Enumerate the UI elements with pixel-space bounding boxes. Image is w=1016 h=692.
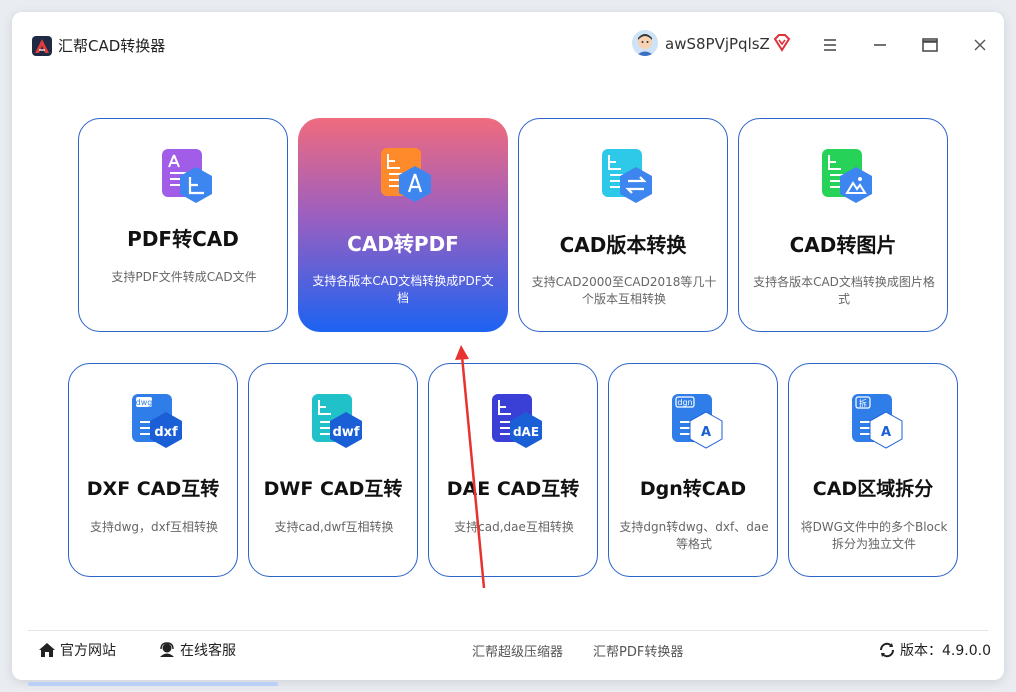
username[interactable]: awS8PVjPqlsZ [665, 35, 770, 53]
version-label: 版本：4.9.0.0 [900, 643, 991, 659]
cad-to-pdf-icon [371, 142, 435, 206]
card-description: 将DWG文件中的多个Block拆分为独立文件 [800, 520, 948, 551]
card-pdf-to-cad[interactable]: PDF转CAD 支持PDF文件转成CAD文件 [78, 118, 288, 332]
app-window: 汇帮CAD转换器 awS8PVjPqlsZ PDF转CAD 支持PDF文件转成C… [12, 12, 1004, 680]
super-compressor-link[interactable]: 汇帮超级压缩器 [472, 641, 563, 660]
version-info[interactable]: 版本：4.9.0.0 [878, 640, 991, 660]
official-website-link[interactable]: 官方网站 [38, 640, 116, 660]
card-dxf-cad[interactable]: dwg dxf DXF CAD互转 支持dwg，dxf互相转换 [68, 363, 238, 577]
pdf-to-cad-icon [152, 143, 216, 207]
card-dae-cad[interactable]: dAE DAE CAD互转 支持cad,dae互相转换 [428, 363, 598, 577]
pdf-converter-link[interactable]: 汇帮PDF转换器 [593, 641, 683, 660]
card-title: DAE CAD互转 [446, 478, 580, 500]
card-description: 支持各版本CAD文档转换成图片格式 [753, 275, 935, 306]
online-support-label: 在线客服 [180, 643, 236, 659]
card-title: CAD转图片 [789, 233, 897, 257]
card-title: CAD区域拆分 [812, 478, 934, 500]
dxf-icon: dwg dxf [122, 388, 186, 452]
dgn-tag-text: dgn [677, 398, 692, 407]
official-website-label: 官方网站 [60, 643, 116, 659]
annotation-arrow [455, 345, 486, 589]
menu-icon [824, 39, 836, 51]
card-description: 支持cad,dwf互相转换 [274, 520, 394, 534]
dgn-icon-text: A [701, 425, 711, 440]
dae-icon: dAE [482, 388, 546, 452]
home-icon [39, 643, 55, 657]
card-cad-to-pdf[interactable]: CAD转PDF 支持各版本CAD文档转换成PDF文档 [298, 118, 508, 332]
headset-icon [160, 642, 174, 657]
split-icon: 拆 A [842, 388, 906, 452]
vip-diamond-icon[interactable] [772, 33, 792, 53]
card-description: 支持PDF文件转成CAD文件 [111, 270, 257, 284]
cad-to-image-icon [812, 143, 876, 207]
split-tag-text: 拆 [859, 398, 867, 408]
dae-icon-text: dAE [513, 425, 539, 439]
app-logo-icon [32, 36, 52, 56]
online-support-link[interactable]: 在线客服 [158, 640, 236, 660]
dxf-icon-text: dxf [154, 425, 178, 440]
app-title: 汇帮CAD转换器 [58, 37, 166, 55]
card-title: DWF CAD互转 [263, 478, 403, 500]
cad-version-icon [592, 143, 656, 207]
dwf-icon: dwf [302, 388, 366, 452]
card-title: CAD转PDF [347, 232, 459, 256]
split-icon-text: A [881, 425, 891, 440]
close-icon [974, 39, 986, 51]
card-description: 支持各版本CAD文档转换成PDF文档 [312, 274, 494, 305]
menu-button[interactable] [817, 32, 843, 58]
card-description: 支持dwg，dxf互相转换 [90, 520, 218, 534]
card-cad-to-image[interactable]: CAD转图片 支持各版本CAD文档转换成图片格式 [738, 118, 948, 332]
card-title: CAD版本转换 [559, 233, 687, 257]
minimize-button[interactable] [867, 32, 893, 58]
user-avatar[interactable] [632, 30, 658, 56]
card-title: DXF CAD互转 [86, 478, 220, 500]
footer-divider [28, 630, 988, 631]
close-button[interactable] [967, 32, 993, 58]
title-bar: 汇帮CAD转换器 awS8PVjPqlsZ [12, 12, 1004, 78]
card-description: 支持cad,dae互相转换 [454, 520, 574, 534]
minimize-icon [874, 44, 886, 46]
card-description: 支持CAD2000至CAD2018等几十个版本互相转换 [531, 275, 717, 306]
dgn-icon: dgn A [662, 388, 726, 452]
maximize-icon [922, 38, 938, 52]
refresh-icon [879, 642, 895, 658]
card-title: Dgn转CAD [639, 478, 747, 500]
card-cad-version[interactable]: CAD版本转换 支持CAD2000至CAD2018等几十个版本互相转换 [518, 118, 728, 332]
card-title: PDF转CAD [127, 227, 239, 251]
dxf-tag-text: dwg [136, 398, 153, 407]
card-description: 支持dgn转dwg、dxf、dae等格式 [619, 520, 769, 551]
card-cad-split[interactable]: 拆 A CAD区域拆分 将DWG文件中的多个Block拆分为独立文件 [788, 363, 958, 577]
card-dgn-to-cad[interactable]: dgn A Dgn转CAD 支持dgn转dwg、dxf、dae等格式 [608, 363, 778, 577]
maximize-button[interactable] [917, 32, 943, 58]
card-dwf-cad[interactable]: dwf DWF CAD互转 支持cad,dwf互相转换 [248, 363, 418, 577]
dwf-icon-text: dwf [333, 425, 360, 440]
progress-strip [28, 682, 278, 686]
